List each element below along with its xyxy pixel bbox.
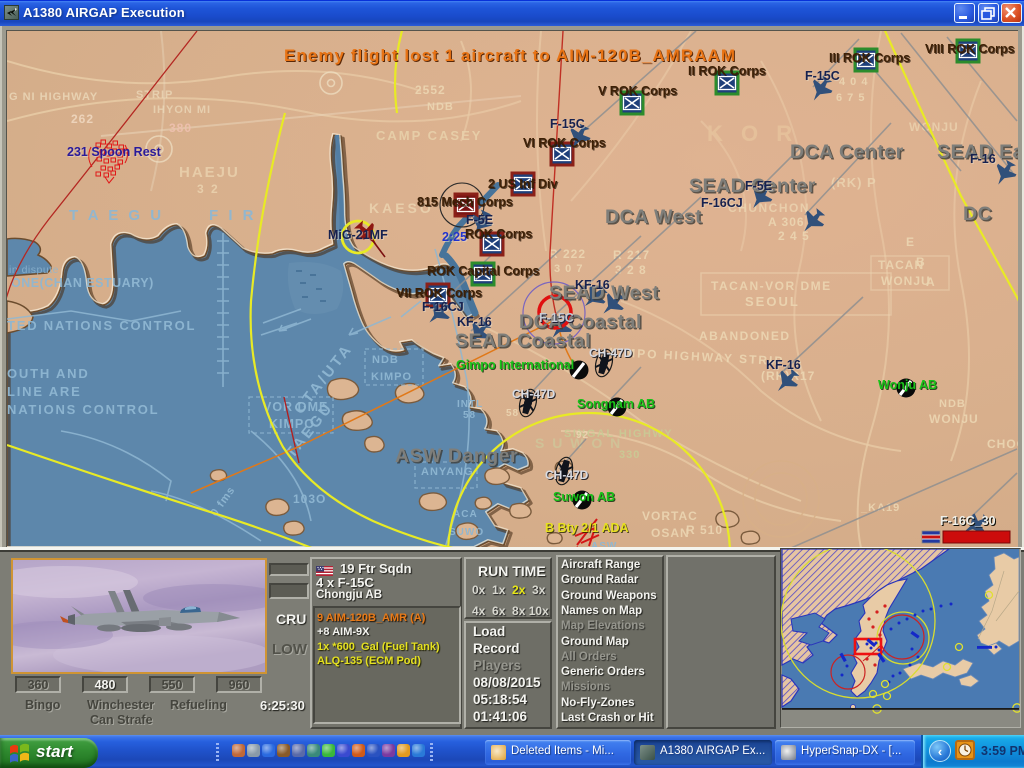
svg-text:CAMP CASEY: CAMP CASEY [376,128,482,143]
svg-text:6 7 5: 6 7 5 [836,92,865,104]
svg-text:CH-47D: CH-47D [512,387,556,401]
svg-text:K O R: K O R [707,121,798,146]
svg-text:103O: 103O [293,492,326,506]
svg-text:B: B [916,255,926,269]
svg-text:CH-47D: CH-47D [589,346,633,360]
svg-text:Suwon AB: Suwon AB [553,490,615,504]
svg-text:CHOON: CHOON [987,437,1018,451]
svg-text:WONJU: WONJU [929,412,979,426]
svg-text:STRIP: STRIP [136,89,173,101]
svg-text:DCA West: DCA West [605,206,702,228]
svg-text:R 510: R 510 [686,523,723,537]
svg-text:SEAD Coastal: SEAD Coastal [455,330,591,352]
svg-text:262: 262 [71,112,94,126]
svg-text:T A E G U: T A E G U [69,207,164,224]
svg-text:NDB: NDB [939,398,966,410]
svg-text:_KA19: _KA19 [860,502,900,514]
svg-text:92: 92 [576,430,589,441]
svg-text:OUTH AND: OUTH AND [7,366,90,381]
svg-text:ASW Danger: ASW Danger [395,445,518,467]
svg-text:330: 330 [619,449,640,461]
svg-text:F-16CJ: F-16CJ [422,300,464,314]
svg-text:LINE ARE: LINE ARE [7,384,82,399]
svg-text:B Bty 2/1 ADA: B Bty 2/1 ADA [545,521,629,535]
svg-text:F-15C: F-15C [805,69,840,83]
svg-text:VIII ROK Corps: VIII ROK Corps [925,42,1015,56]
svg-text:V ROK Corps: V ROK Corps [598,84,677,98]
svg-text:3 2: 3 2 [197,182,220,196]
svg-text:ONE(CHAN ESTUARY): ONE(CHAN ESTUARY) [11,276,154,290]
svg-text:II ROK Corps: II ROK Corps [688,64,766,78]
svg-text:VII ROK Corps: VII ROK Corps [396,286,482,300]
svg-text:Songnam AB: Songnam AB [577,397,655,411]
svg-text:4 0 4: 4 0 4 [839,76,868,88]
svg-text:ROK Corps: ROK Corps [465,227,532,241]
svg-text:DCA Center: DCA Center [790,141,904,163]
svg-text:815 Mech Corps: 815 Mech Corps [417,195,513,209]
svg-text:HAEJU: HAEJU [179,164,240,181]
svg-text:2:25: 2:25 [442,230,467,244]
svg-text:Gimpo International: Gimpo International [456,358,574,372]
svg-text:F I R: F I R [209,207,257,224]
svg-text:G NI HIGHWAY: G NI HIGHWAY [9,91,98,103]
svg-text:VI ROK Corps: VI ROK Corps [523,136,606,150]
svg-text:SEOUL: SEOUL [745,294,800,309]
svg-text:WONJU: WONJU [909,120,959,134]
svg-text:F-16: F-16 [970,152,996,166]
svg-text:KF-16: KF-16 [766,358,801,372]
svg-text:58: 58 [506,408,519,419]
svg-text:(RK) P: (RK) P [831,175,877,190]
svg-text:III ROK Corps: III ROK Corps [829,51,910,65]
svg-text:F-15C: F-15C [550,117,585,131]
svg-text:F-5E: F-5E [745,179,772,193]
svg-text:KF-16: KF-16 [457,315,492,329]
svg-text:ROK Capital Corps: ROK Capital Corps [427,264,540,278]
svg-text:F-16C_30: F-16C_30 [940,514,996,528]
svg-text:2 US Inf Div: 2 US Inf Div [488,177,558,191]
svg-text:DC: DC [963,203,992,225]
svg-text:SUWO: SUWO [449,527,484,538]
svg-text:VOR DME: VOR DME [263,400,328,414]
svg-text:NATIONS CONTROL: NATIONS CONTROL [7,402,159,417]
svg-text:F-15C: F-15C [539,311,574,325]
svg-text:KIMPO: KIMPO [371,371,412,383]
svg-text:WONJU: WONJU [881,274,931,288]
svg-text:IHYON MI: IHYON MI [153,104,211,116]
svg-text:ABANDONED: ABANDONED [699,329,791,343]
svg-text:231 Spoon Rest: 231 Spoon Rest [67,145,162,159]
svg-text:F-5E: F-5E [466,213,493,227]
svg-text:KIMPO: KIMPO [269,417,315,431]
svg-text:Wonju AB: Wonju AB [878,378,937,392]
svg-text:MiG-21MF: MiG-21MF [328,228,388,242]
svg-text:CH-47D: CH-47D [545,468,589,482]
svg-text:3 2 8: 3 2 8 [615,263,647,277]
svg-text:INTL: INTL [457,399,483,410]
svg-text:ACA: ACA [453,509,478,520]
svg-text:Enemy flight lost 1 aircraft t: Enemy flight lost 1 aircraft to AIM-120B… [284,46,736,65]
svg-text:VORTAC: VORTAC [642,509,698,523]
svg-text:OSAN: OSAN [651,526,690,540]
svg-text:NDB: NDB [372,354,399,366]
svg-text:E: E [906,235,915,249]
svg-text:2 4 5: 2 4 5 [778,229,810,243]
svg-text:A 306: A 306 [768,215,805,229]
svg-text:NDB: NDB [427,101,454,113]
svg-text:380: 380 [169,121,192,135]
svg-text:3 0 7: 3 0 7 [554,263,583,275]
svg-text:TACAN-VOR DME: TACAN-VOR DME [711,279,832,293]
svg-text:A: A [926,275,936,289]
svg-text:2552: 2552 [415,83,446,97]
svg-text:KF-16: KF-16 [575,278,610,292]
svg-text:58: 58 [463,410,476,421]
svg-text:F-16CJ: F-16CJ [701,196,743,210]
svg-text:TED NATIONS CONTROL: TED NATIONS CONTROL [7,318,196,333]
